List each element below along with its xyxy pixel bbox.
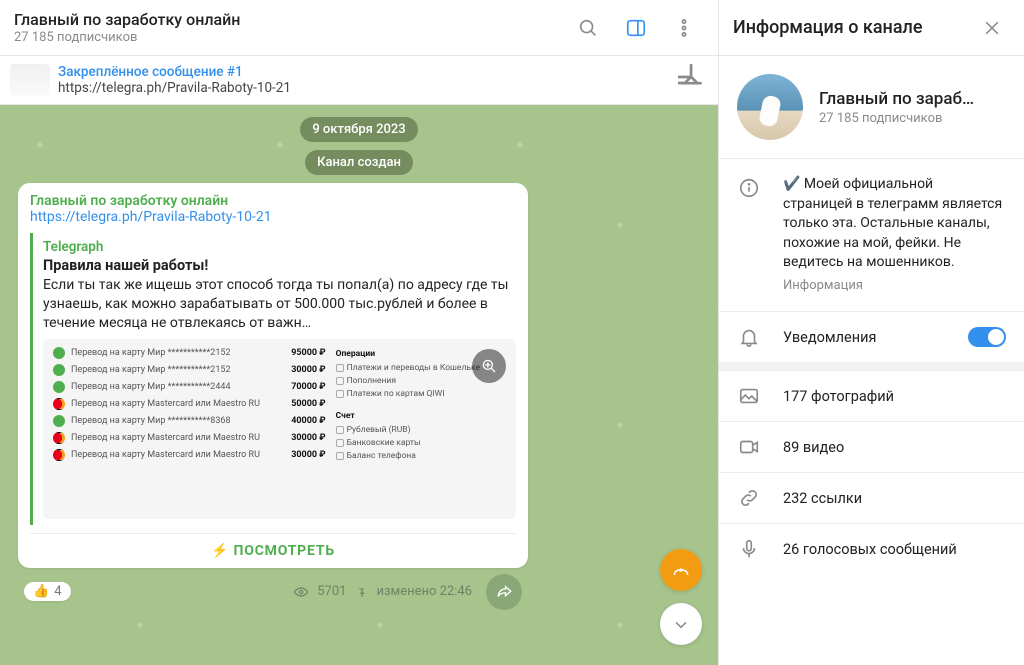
chat-title-block[interactable]: Главный по заработку онлайн 27 185 подпи… [14, 10, 560, 45]
pin-icon [354, 585, 368, 599]
preview-site: Telegraph [43, 239, 516, 255]
link-preview[interactable]: Telegraph Правила нашей работы! Если ты … [30, 233, 516, 525]
views-count: 5701 [317, 584, 346, 599]
chat-header: Главный по заработку онлайн 27 185 подпи… [0, 0, 718, 56]
bell-icon [735, 326, 763, 348]
reaction-emoji: 👍 [33, 584, 49, 599]
media-links-label: 232 ссылки [783, 490, 1006, 507]
views-icon [293, 584, 309, 600]
notifications-toggle[interactable] [968, 327, 1006, 347]
message-link[interactable]: https://telegra.ph/Pravila-Raboty-10-21 [30, 209, 516, 225]
video-icon [735, 436, 763, 458]
channel-name: Главный по зараб… [819, 89, 974, 109]
info-icon [735, 175, 763, 295]
transaction-row: Перевод на карту Мир ***********83684000… [53, 415, 326, 427]
reaction-count: 4 [54, 584, 61, 599]
transaction-row: Перевод на карту Мир ***********24447000… [53, 381, 326, 393]
service-message: Канал создан [305, 150, 413, 175]
notifications-row[interactable]: Уведомления [719, 311, 1024, 362]
channel-subscribers: 27 185 подписчиков [819, 111, 974, 126]
voice-chat-button[interactable] [660, 549, 702, 591]
media-voice-label: 26 голосовых сообщений [783, 541, 1006, 558]
date-separator: 9 октября 2023 [300, 117, 417, 142]
chat-area: 9 октября 2023 Канал создан Главный по з… [0, 105, 718, 665]
zoom-icon[interactable] [472, 349, 506, 383]
pinned-thumbnail [10, 64, 50, 96]
message-author: Главный по заработку онлайн [30, 193, 516, 209]
media-photos-label: 177 фотографий [783, 388, 1006, 405]
message-footer: 👍 4 5701 изменено 22:46 [18, 574, 528, 610]
notifications-label: Уведомления [783, 329, 948, 346]
about-block[interactable]: ✔️ Моей официальной страницей в телеграм… [719, 158, 1024, 311]
reaction-button[interactable]: 👍 4 [24, 582, 71, 601]
media-links-row[interactable]: 232 ссылки [719, 472, 1024, 523]
edited-time: изменено 22:46 [376, 584, 472, 599]
pinned-bar[interactable]: Закреплённое сообщение #1 https://telegr… [0, 56, 718, 105]
chat-title: Главный по заработку онлайн [14, 10, 560, 29]
sidebar-toggle-icon[interactable] [616, 8, 656, 48]
preview-title: Правила нашей работы! [43, 257, 516, 274]
panel-title: Информация о канале [733, 17, 966, 38]
transaction-row: Перевод на карту Мир ***********21529500… [53, 347, 326, 359]
share-button[interactable] [486, 574, 522, 610]
transaction-row: Перевод на карту Мир ***********21523000… [53, 364, 326, 376]
link-icon [735, 487, 763, 509]
pinned-title: Закреплённое сообщение #1 [58, 64, 664, 80]
more-icon[interactable] [664, 8, 704, 48]
media-videos-label: 89 видео [783, 439, 1006, 456]
chat-subscribers: 27 185 подписчиков [14, 30, 560, 45]
media-videos-row[interactable]: 89 видео [719, 421, 1024, 472]
channel-info-panel: Информация о канале Главный по зараб… 27… [718, 0, 1024, 665]
search-icon[interactable] [568, 8, 608, 48]
message[interactable]: Главный по заработку онлайн https://tele… [18, 183, 528, 610]
about-text: ✔️ Моей официальной страницей в телеграм… [783, 175, 1006, 273]
about-meta: Информация [783, 277, 1006, 295]
channel-profile[interactable]: Главный по зараб… 27 185 подписчиков [719, 56, 1024, 158]
media-voice-row[interactable]: 26 голосовых сообщений [719, 523, 1024, 574]
media-photos-row[interactable]: 177 фотографий [719, 370, 1024, 421]
transaction-row: Перевод на карту Mastercard или Maestro … [53, 449, 326, 461]
instant-view-button[interactable]: ⚡ ПОСМОТРЕТЬ [30, 533, 516, 564]
preview-description: Если ты так же ищешь этот способ тогда т… [43, 276, 516, 333]
avatar [737, 74, 803, 140]
pinned-list-icon[interactable] [672, 62, 708, 98]
scroll-down-button[interactable] [660, 603, 702, 645]
transaction-row: Перевод на карту Mastercard или Maestro … [53, 398, 326, 410]
pinned-text: https://telegra.ph/Pravila-Raboty-10-21 [58, 80, 664, 96]
preview-image[interactable]: Перевод на карту Мир ***********21529500… [43, 339, 516, 519]
transaction-row: Перевод на карту Mastercard или Maestro … [53, 432, 326, 444]
microphone-icon [735, 538, 763, 560]
close-icon[interactable] [974, 10, 1010, 46]
photo-icon [735, 385, 763, 407]
